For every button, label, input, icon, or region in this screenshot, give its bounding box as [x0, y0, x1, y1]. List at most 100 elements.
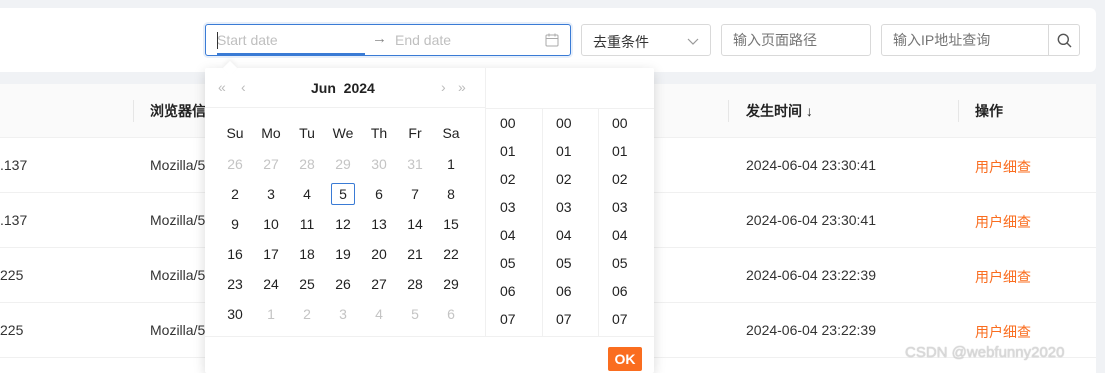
day-cell[interactable]: 3: [253, 183, 289, 205]
browser-cell: Mozilla/5: [150, 157, 206, 173]
day-cell[interactable]: 24: [253, 273, 289, 295]
minute-option[interactable]: 06: [542, 277, 588, 305]
minute-option[interactable]: 04: [542, 221, 588, 249]
day-cell[interactable]: 16: [217, 243, 253, 265]
day-cell[interactable]: 26: [325, 273, 361, 295]
second-option[interactable]: 06: [598, 277, 644, 305]
minute-option[interactable]: 00: [542, 109, 588, 137]
day-cell[interactable]: 26: [217, 153, 253, 175]
filter-bar: Start date → End date 去重条件: [0, 8, 1096, 72]
day-cell[interactable]: 22: [433, 243, 469, 265]
day-cell[interactable]: 31: [397, 153, 433, 175]
day-cell[interactable]: 13: [361, 213, 397, 235]
second-option[interactable]: 05: [598, 249, 644, 277]
day-cell[interactable]: 6: [433, 303, 469, 325]
dedupe-select-value: 去重条件: [593, 34, 649, 50]
month-label[interactable]: Jun: [311, 80, 336, 96]
day-cell[interactable]: 5: [397, 303, 433, 325]
next-month-icon[interactable]: ›: [441, 79, 446, 95]
calendar-title[interactable]: Jun 2024: [311, 80, 375, 96]
hour-option[interactable]: 07: [486, 305, 532, 333]
day-cell[interactable]: 14: [397, 213, 433, 235]
day-cell[interactable]: 2: [217, 183, 253, 205]
ok-button[interactable]: OK: [608, 347, 642, 371]
ip-search-input[interactable]: [881, 24, 1049, 56]
day-cell[interactable]: 23: [217, 273, 253, 295]
day-cell[interactable]: 3: [325, 303, 361, 325]
weekday-label: Fr: [408, 125, 422, 141]
day-cell[interactable]: 30: [217, 303, 253, 325]
day-cell[interactable]: 7: [397, 183, 433, 205]
day-cell[interactable]: 30: [361, 153, 397, 175]
page-path-input[interactable]: [721, 24, 871, 56]
column-header-time[interactable]: 发生时间 ↓: [746, 101, 813, 121]
minute-option[interactable]: 05: [542, 249, 588, 277]
day-cell[interactable]: 10: [253, 213, 289, 235]
day-cell[interactable]: 15: [433, 213, 469, 235]
user-detail-link[interactable]: 用户细查: [975, 267, 1031, 287]
year-label[interactable]: 2024: [344, 80, 375, 96]
dedupe-select[interactable]: 去重条件: [581, 24, 711, 56]
watermark: CSDN @webfunny2020: [905, 344, 1065, 361]
day-cell[interactable]: 21: [397, 243, 433, 265]
search-button[interactable]: [1048, 24, 1080, 56]
second-option[interactable]: 03: [598, 193, 644, 221]
prev-year-icon[interactable]: «: [218, 79, 226, 95]
day-cell[interactable]: 20: [361, 243, 397, 265]
next-year-icon[interactable]: »: [458, 79, 466, 95]
day-cell[interactable]: 9: [217, 213, 253, 235]
user-detail-link[interactable]: 用户细查: [975, 322, 1031, 342]
end-date-input[interactable]: End date: [395, 32, 451, 48]
sort-arrow-icon[interactable]: ↓: [806, 103, 813, 119]
day-cell-today[interactable]: 5: [325, 183, 361, 205]
day-cell[interactable]: 8: [433, 183, 469, 205]
minute-option[interactable]: 02: [542, 165, 588, 193]
day-cell[interactable]: 25: [289, 273, 325, 295]
minute-option[interactable]: 07: [542, 305, 588, 333]
day-cell[interactable]: 17: [253, 243, 289, 265]
day-cell[interactable]: 11: [289, 213, 325, 235]
day-cell[interactable]: 29: [325, 153, 361, 175]
day-cell[interactable]: 2: [289, 303, 325, 325]
column-header-browser: 浏览器信: [150, 103, 206, 119]
hour-option[interactable]: 06: [486, 277, 532, 305]
user-detail-link[interactable]: 用户细查: [975, 157, 1031, 177]
second-option[interactable]: 01: [598, 137, 644, 165]
day-cell[interactable]: 28: [289, 153, 325, 175]
user-detail-link[interactable]: 用户细查: [975, 212, 1031, 232]
chevron-down-icon: [687, 38, 699, 45]
hour-option[interactable]: 02: [486, 165, 532, 193]
second-option[interactable]: 04: [598, 221, 644, 249]
second-option[interactable]: 02: [598, 165, 644, 193]
minute-option[interactable]: 03: [542, 193, 588, 221]
day-cell[interactable]: 18: [289, 243, 325, 265]
day-cell[interactable]: 4: [289, 183, 325, 205]
day-cell[interactable]: 29: [433, 273, 469, 295]
day-cell[interactable]: 6: [361, 183, 397, 205]
second-option[interactable]: 00: [598, 109, 644, 137]
hour-option[interactable]: 00: [486, 109, 532, 137]
hour-option[interactable]: 05: [486, 249, 532, 277]
prev-month-icon[interactable]: ‹: [241, 79, 246, 95]
date-range-picker[interactable]: Start date → End date: [205, 24, 571, 56]
minute-option[interactable]: 01: [542, 137, 588, 165]
day-cell[interactable]: 28: [397, 273, 433, 295]
start-date-input[interactable]: Start date: [217, 32, 278, 48]
day-cell[interactable]: 1: [433, 153, 469, 175]
column-divider: [958, 100, 959, 122]
day-cell[interactable]: 19: [325, 243, 361, 265]
day-cell[interactable]: 1: [253, 303, 289, 325]
popup-footer-divider: [205, 336, 654, 337]
day-cell[interactable]: 12: [325, 213, 361, 235]
search-icon: [1057, 33, 1072, 48]
weekday-label: Sa: [442, 125, 460, 141]
day-cell[interactable]: 27: [253, 153, 289, 175]
browser-cell: Mozilla/5: [150, 267, 206, 283]
time-cell: 2024-06-04 23:22:39: [746, 322, 876, 338]
day-cell[interactable]: 27: [361, 273, 397, 295]
day-cell[interactable]: 4: [361, 303, 397, 325]
hour-option[interactable]: 04: [486, 221, 532, 249]
hour-option[interactable]: 03: [486, 193, 532, 221]
second-option[interactable]: 07: [598, 305, 644, 333]
hour-option[interactable]: 01: [486, 137, 532, 165]
